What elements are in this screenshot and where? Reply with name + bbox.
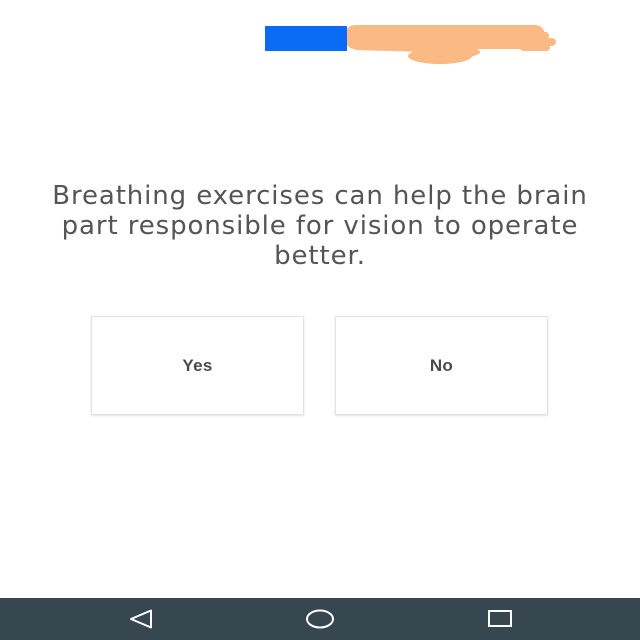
recents-button[interactable] — [470, 598, 530, 640]
yes-button[interactable]: Yes — [91, 316, 304, 415]
no-label: No — [429, 355, 454, 375]
recents-icon — [488, 610, 512, 627]
yes-label: Yes — [182, 355, 213, 375]
system-navigation-bar — [0, 598, 640, 640]
back-icon — [130, 609, 152, 629]
home-button[interactable] — [290, 598, 350, 640]
pointing-hand-icon — [265, 22, 560, 67]
home-icon — [306, 609, 334, 629]
question-text: Breathing exercises can help the brain p… — [52, 181, 588, 271]
no-button[interactable]: No — [335, 316, 548, 415]
question-screen: Breathing exercises can help the brain p… — [0, 0, 640, 598]
back-button[interactable] — [111, 598, 171, 640]
